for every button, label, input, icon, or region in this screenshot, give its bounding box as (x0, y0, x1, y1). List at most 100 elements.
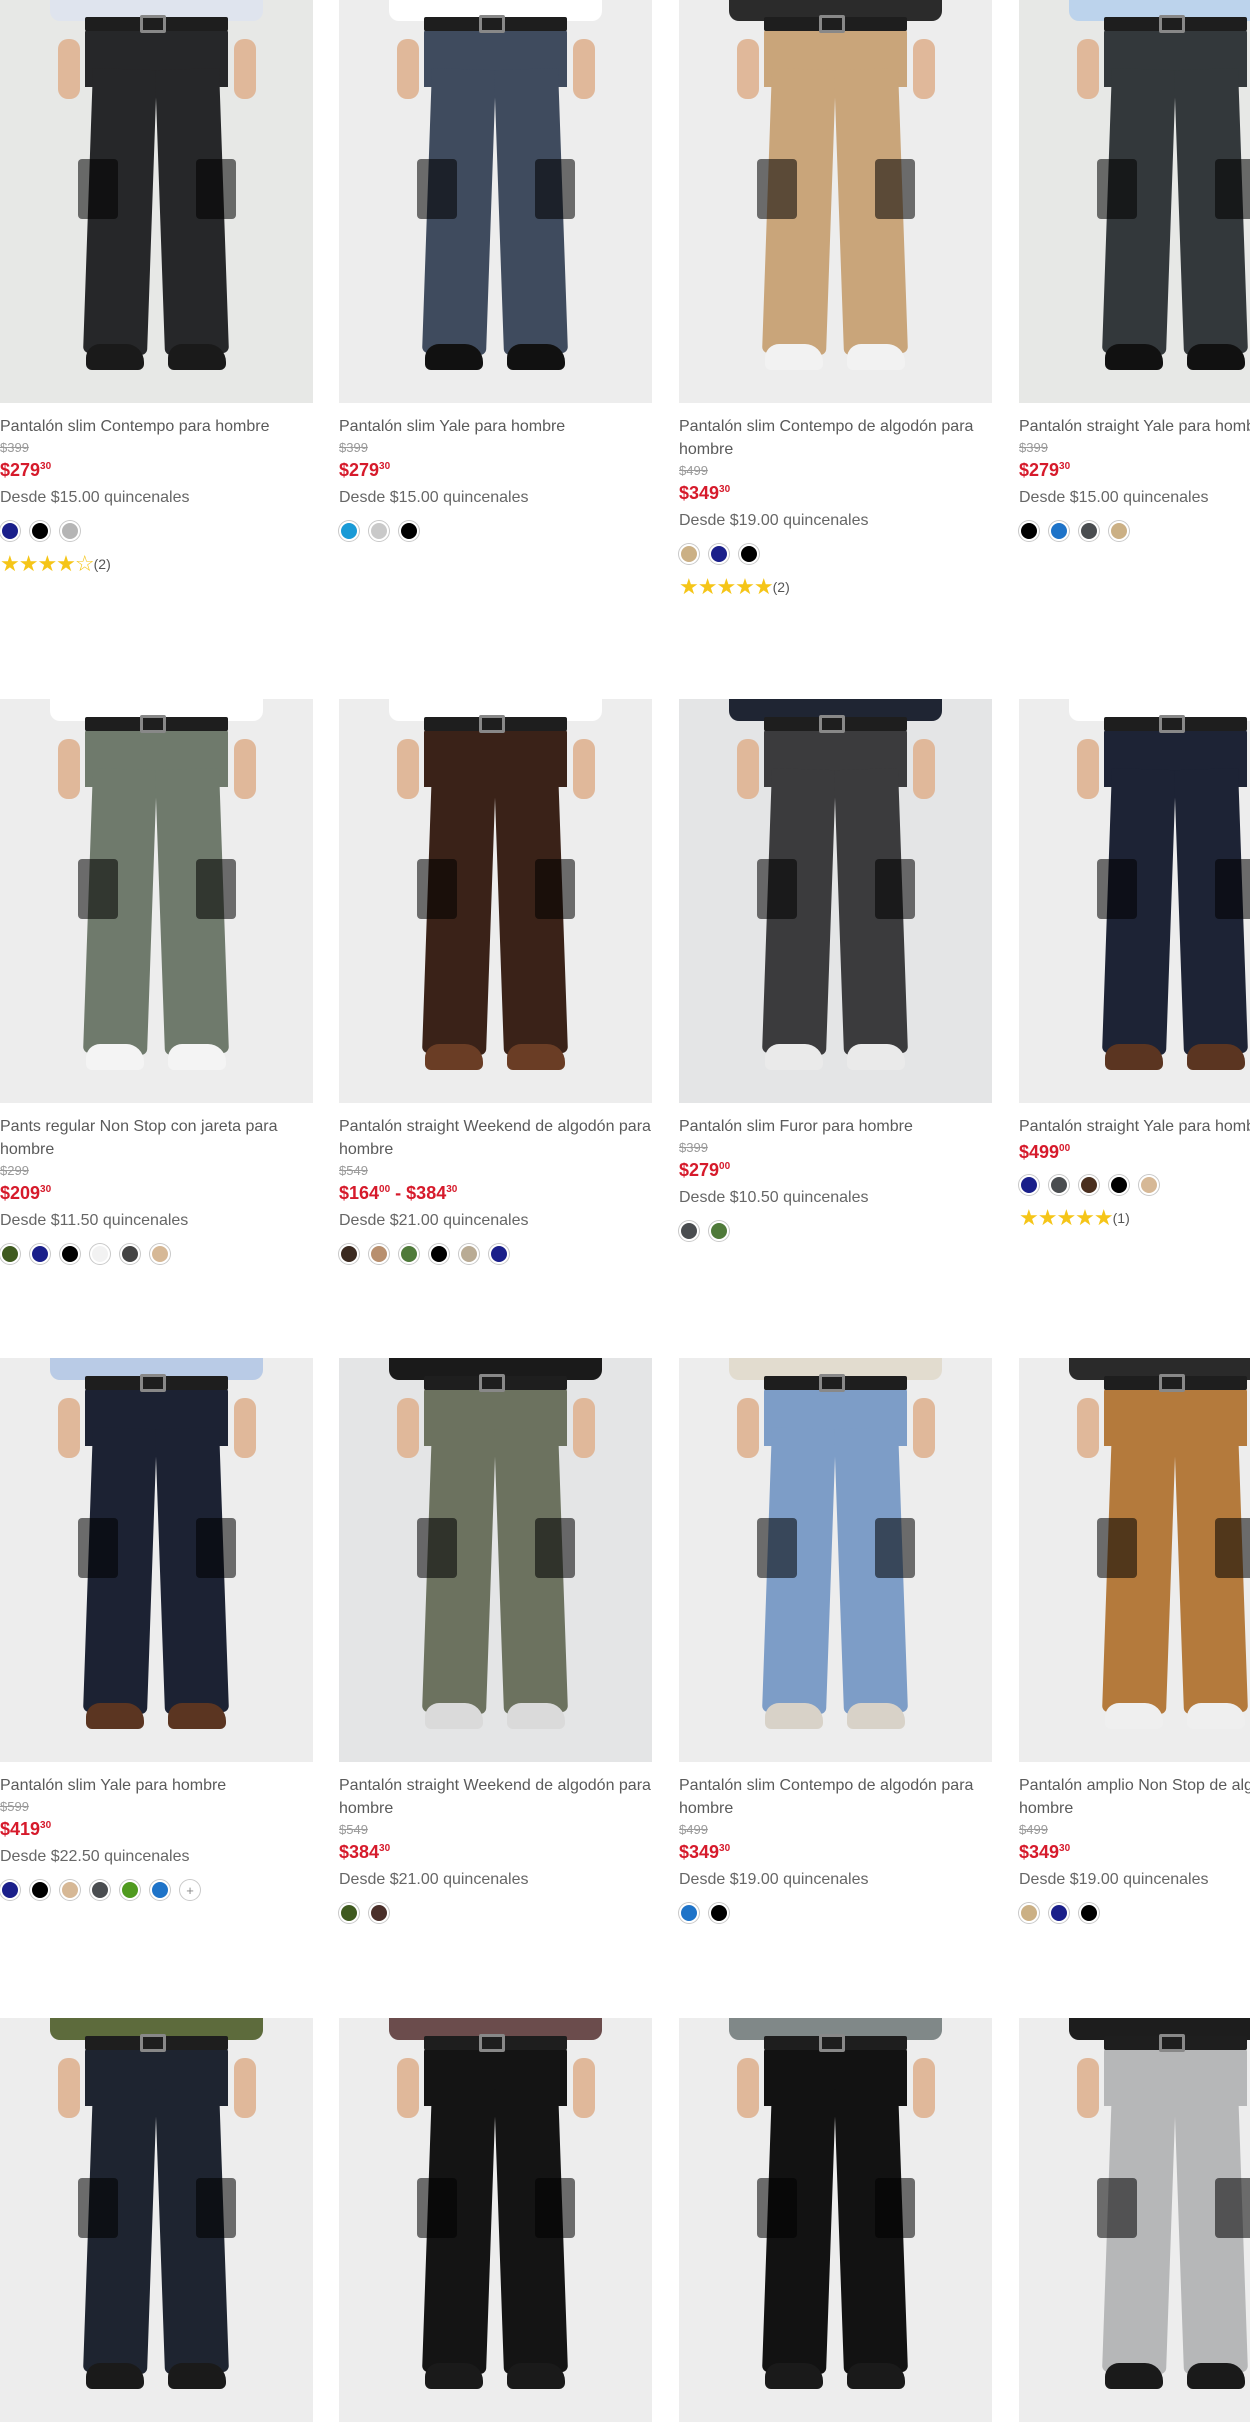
product-card[interactable]: Pantalón slim Contempo de algodón para h… (679, 0, 992, 598)
product-title[interactable]: Pantalón straight Weekend de algodón par… (339, 1774, 652, 1820)
color-swatch[interactable] (0, 521, 20, 541)
product-card[interactable]: Pantalón slim Furor para hombre $399 $2790… (679, 699, 992, 1241)
color-swatch[interactable] (30, 1244, 50, 1264)
product-card[interactable] (679, 2018, 992, 2422)
color-swatch[interactable] (339, 1244, 359, 1264)
product-title[interactable]: Pantalón slim Contempo para hombre (0, 415, 313, 438)
color-swatch[interactable] (150, 1880, 170, 1900)
color-swatch[interactable] (679, 544, 699, 564)
product-card[interactable]: Pants regular Non Stop con jareta para h… (0, 699, 313, 1264)
color-swatch[interactable] (709, 1221, 729, 1241)
product-title[interactable]: Pantalón slim Yale para hombre (0, 1774, 313, 1797)
hand-shape (397, 739, 419, 799)
color-swatch[interactable] (709, 544, 729, 564)
product-image[interactable] (339, 699, 652, 1103)
product-title[interactable]: Pantalón slim Contempo de algodón para h… (679, 415, 992, 461)
product-title[interactable]: Pantalón slim Furor para hombre (679, 1115, 992, 1138)
color-swatch[interactable] (30, 1880, 50, 1900)
product-image[interactable] (1019, 2018, 1250, 2422)
more-colors-button[interactable]: + (180, 1880, 200, 1900)
color-swatch[interactable] (679, 1221, 699, 1241)
product-image[interactable] (339, 2018, 652, 2422)
product-card[interactable]: Pantalón straight Yale para hombre $49900… (1019, 699, 1250, 1229)
color-swatch[interactable] (90, 1244, 110, 1264)
color-swatch[interactable] (339, 1903, 359, 1923)
product-image[interactable] (339, 1358, 652, 1762)
product-title[interactable]: Pants regular Non Stop con jareta para h… (0, 1115, 313, 1161)
color-swatch[interactable] (150, 1244, 170, 1264)
product-image[interactable] (339, 0, 652, 403)
product-image[interactable] (0, 2018, 313, 2422)
color-swatch[interactable] (1049, 1903, 1069, 1923)
color-swatch[interactable] (90, 1880, 110, 1900)
product-card[interactable]: Pantalón straight Weekend de algodón par… (339, 1358, 652, 1923)
color-swatch[interactable] (30, 521, 50, 541)
pocket-shape (535, 159, 575, 219)
color-swatch[interactable] (1019, 1903, 1039, 1923)
product-image[interactable] (679, 1358, 992, 1762)
product-card[interactable]: Pantalón slim Contempo para hombre $399 $2… (0, 0, 313, 575)
color-swatch[interactable] (120, 1880, 140, 1900)
color-swatch[interactable] (709, 1903, 729, 1923)
color-swatch[interactable] (1019, 1175, 1039, 1195)
color-swatch[interactable] (369, 521, 389, 541)
product-image[interactable] (679, 699, 992, 1103)
color-swatch[interactable] (60, 1244, 80, 1264)
color-swatch[interactable] (120, 1244, 140, 1264)
color-swatch[interactable] (369, 1903, 389, 1923)
hand-shape (58, 1398, 80, 1458)
product-image[interactable] (679, 0, 992, 403)
color-swatch[interactable] (459, 1244, 479, 1264)
color-swatch[interactable] (339, 521, 359, 541)
color-swatch[interactable] (399, 1244, 419, 1264)
product-image[interactable] (0, 1358, 313, 1762)
product-card[interactable]: Pantalón slim Contempo de algodón para h… (679, 1358, 992, 1923)
color-swatch[interactable] (1049, 521, 1069, 541)
hand-shape (234, 39, 256, 99)
pocket-shape (535, 859, 575, 919)
color-swatch[interactable] (0, 1880, 20, 1900)
color-swatch[interactable] (369, 1244, 389, 1264)
product-title[interactable]: Pantalón straight Yale para hombre (1019, 415, 1250, 438)
product-card[interactable] (339, 2018, 652, 2422)
color-swatch[interactable] (739, 544, 759, 564)
hand-shape (58, 2058, 80, 2118)
hand-shape (58, 739, 80, 799)
product-image[interactable] (0, 0, 313, 403)
product-card[interactable]: Pantalón slim Yale para hombre $599 $41930… (0, 1358, 313, 1900)
price-cents: 00 (379, 1184, 391, 1195)
product-title[interactable]: Pantalón slim Yale para hombre (339, 415, 652, 438)
color-swatch[interactable] (1109, 521, 1129, 541)
color-swatch[interactable] (1049, 1175, 1069, 1195)
color-swatch[interactable] (1019, 521, 1039, 541)
color-swatch[interactable] (429, 1244, 449, 1264)
color-swatch[interactable] (60, 1880, 80, 1900)
product-image[interactable] (0, 699, 313, 1103)
product-image[interactable] (1019, 699, 1250, 1103)
color-swatch[interactable] (399, 521, 419, 541)
color-swatch[interactable] (1079, 521, 1099, 541)
color-swatch[interactable] (1079, 1175, 1099, 1195)
product-title[interactable]: Pantalón amplio Non Stop de algodón para… (1019, 1774, 1250, 1820)
color-swatch[interactable] (60, 521, 80, 541)
pocket-shape (196, 2178, 236, 2238)
color-swatch[interactable] (1139, 1175, 1159, 1195)
product-title[interactable]: Pantalón straight Weekend de algodón par… (339, 1115, 652, 1161)
product-image[interactable] (1019, 0, 1250, 403)
product-card[interactable] (1019, 2018, 1250, 2422)
color-swatch[interactable] (0, 1244, 20, 1264)
product-title[interactable]: Pantalón straight Yale para hombre (1019, 1115, 1250, 1138)
product-card[interactable]: Pantalón straight Weekend de algodón par… (339, 699, 652, 1264)
product-card[interactable]: Pantalón amplio Non Stop de algodón para… (1019, 1358, 1250, 1923)
product-title[interactable]: Pantalón slim Contempo de algodón para h… (679, 1774, 992, 1820)
product-card[interactable]: Pantalón slim Yale para hombre $399 $27930… (339, 0, 652, 541)
color-swatch[interactable] (679, 1903, 699, 1923)
color-swatch[interactable] (1079, 1903, 1099, 1923)
product-card[interactable]: Pantalón straight Yale para hombre $399 $2… (1019, 0, 1250, 541)
product-image[interactable] (679, 2018, 992, 2422)
color-swatches (679, 544, 992, 564)
color-swatch[interactable] (1109, 1175, 1129, 1195)
color-swatch[interactable] (489, 1244, 509, 1264)
product-image[interactable] (1019, 1358, 1250, 1762)
product-card[interactable] (0, 2018, 313, 2422)
